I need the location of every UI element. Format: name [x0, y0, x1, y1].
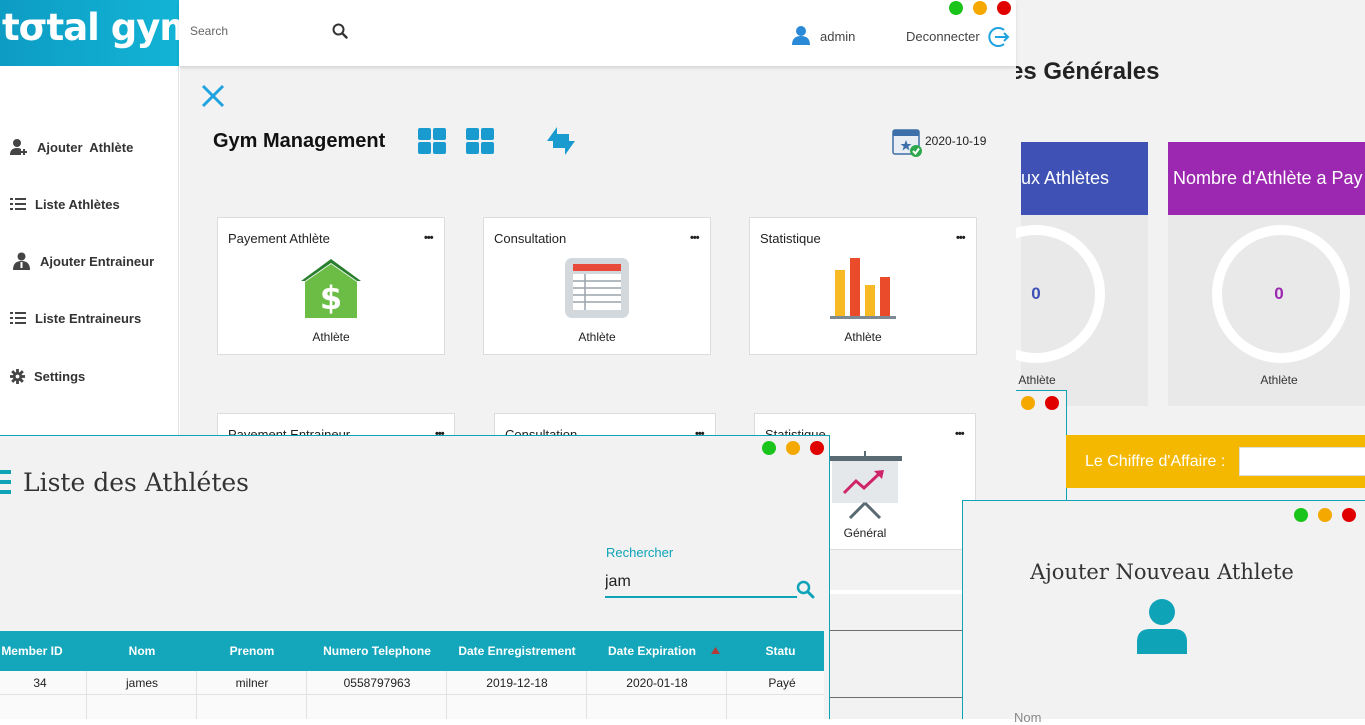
- stat-value-paid: 0: [1274, 284, 1284, 303]
- tile-title: Payement Athlète: [228, 231, 330, 246]
- revenue-label: Le Chiffre d'Affaire :: [1085, 453, 1226, 470]
- divider: [830, 630, 963, 631]
- column-header-prenom[interactable]: Prenom: [197, 631, 307, 671]
- calendar-icon: [892, 129, 922, 157]
- maximize-button[interactable]: [762, 441, 776, 455]
- sidebar-item-label: Settings: [34, 368, 86, 384]
- stat-card-paid-header: Nombre d'Athlète a Pay: [1168, 142, 1365, 215]
- grid-icon[interactable]: [418, 128, 446, 154]
- add-user-icon: [10, 139, 27, 155]
- table-icon: [565, 258, 629, 318]
- cell-date-expiration: 2020-01-18: [626, 676, 688, 690]
- search-input[interactable]: [190, 20, 320, 42]
- cell-date-enregistrement: 2019-12-18: [486, 676, 548, 690]
- search-label: Rechercher: [606, 545, 674, 560]
- stat-footer-paid: Athlète: [1260, 373, 1298, 387]
- close-icon[interactable]: [200, 83, 226, 109]
- more-options-button[interactable]: •••: [955, 428, 965, 440]
- close-button[interactable]: [1342, 508, 1356, 522]
- user-icon: [792, 26, 810, 45]
- cell-member-id: 34: [33, 676, 47, 690]
- minimize-button[interactable]: [1318, 508, 1332, 522]
- cell-prenom: milner: [235, 676, 269, 690]
- close-button[interactable]: [1045, 396, 1059, 410]
- column-header-date-enregistrement[interactable]: Date Enregistrement: [447, 631, 587, 671]
- more-options-button[interactable]: •••: [956, 232, 966, 244]
- nom-label: Nom: [1014, 710, 1042, 725]
- stat-value-athletes: 0: [1031, 284, 1041, 303]
- sidebar-item-settings[interactable]: Settings: [10, 364, 85, 388]
- grid-icon[interactable]: [466, 128, 494, 154]
- sort-ascending-icon[interactable]: [711, 647, 720, 654]
- menu-icon[interactable]: [0, 470, 11, 494]
- current-date: 2020-10-19: [925, 134, 987, 148]
- more-options-button[interactable]: •••: [690, 232, 700, 244]
- sidebar-item-ajouter-athlete[interactable]: Ajouter Athlète: [10, 135, 133, 159]
- minimize-button[interactable]: [786, 441, 800, 455]
- column-header-nom[interactable]: Nom: [87, 631, 197, 671]
- minimize-button[interactable]: [1021, 396, 1035, 410]
- stat-footer-athletes: Athlète: [1018, 373, 1056, 387]
- divider: [830, 697, 963, 698]
- sidebar-item-label: Liste Entraineurs: [35, 310, 142, 326]
- tile-subtitle: Athlète: [844, 330, 882, 344]
- maximize-button[interactable]: [1294, 508, 1308, 522]
- column-header-telephone[interactable]: Numero Telephone: [307, 631, 447, 671]
- user-icon: [1137, 599, 1187, 654]
- tile-title: Statistique: [760, 231, 821, 246]
- user-name[interactable]: admin: [820, 29, 855, 44]
- more-options-button[interactable]: •••: [424, 232, 434, 244]
- divider: [830, 590, 963, 594]
- money-house-icon: $: [301, 259, 361, 318]
- logout-button[interactable]: Deconnecter: [906, 29, 980, 44]
- column-header-statu[interactable]: Statu: [737, 631, 824, 671]
- list-icon: [10, 312, 26, 324]
- cell-statu: Payé: [768, 676, 796, 690]
- table-row[interactable]: 34 james milner 0558797963 2019-12-18 20…: [0, 671, 824, 695]
- minimize-button[interactable]: [973, 1, 987, 15]
- sidebar-item-label: Liste Athlètes: [35, 196, 120, 212]
- column-header-date-expiration[interactable]: Date Expiration: [587, 631, 717, 671]
- bar-chart-icon: [830, 258, 896, 319]
- tile-title: Consultation: [494, 231, 567, 246]
- list-icon: [10, 198, 26, 210]
- presentation-icon: [828, 451, 902, 519]
- coach-icon: [13, 252, 30, 270]
- tile-subtitle: Athlète: [312, 330, 350, 344]
- page-title: Gym Management: [213, 130, 386, 152]
- sidebar-item-label: Ajouter Entraineur: [40, 253, 155, 269]
- cell-nom: james: [125, 676, 158, 690]
- sidebar-item-liste-entraineurs[interactable]: Liste Entraineurs: [10, 306, 141, 330]
- window-title: Ajouter Nouveau Athlete: [1030, 560, 1294, 584]
- maximize-button[interactable]: [949, 1, 963, 15]
- stats-title: es Générales: [1010, 58, 1160, 85]
- tile-subtitle: Athlète: [578, 330, 616, 344]
- search-icon[interactable]: [796, 580, 815, 599]
- refresh-icon[interactable]: [543, 123, 579, 159]
- athlete-search-input[interactable]: [605, 568, 797, 598]
- revenue-input[interactable]: [1239, 447, 1365, 476]
- close-button[interactable]: [997, 1, 1011, 15]
- sidebar-item-label: Ajouter Athlète: [37, 139, 134, 155]
- logo-text: tσtal gym: [2, 6, 198, 49]
- cell-telephone: 0558797963: [343, 676, 411, 690]
- stat-card-athletes-header: ux Athlètes: [1021, 142, 1148, 215]
- search-icon[interactable]: [332, 23, 348, 39]
- hidden-window-frame: [1010, 390, 1067, 500]
- logout-icon[interactable]: [987, 25, 1011, 49]
- sidebar-item-liste-athletes[interactable]: Liste Athlètes: [10, 192, 120, 216]
- window-title: Liste des Athlétes: [23, 468, 250, 497]
- svg-text:$: $: [320, 279, 342, 317]
- gear-icon: [10, 368, 25, 384]
- close-button[interactable]: [810, 441, 824, 455]
- column-header-member-id[interactable]: Member ID: [0, 631, 64, 671]
- sidebar-item-ajouter-entraineur[interactable]: Ajouter Entraineur: [12, 249, 154, 273]
